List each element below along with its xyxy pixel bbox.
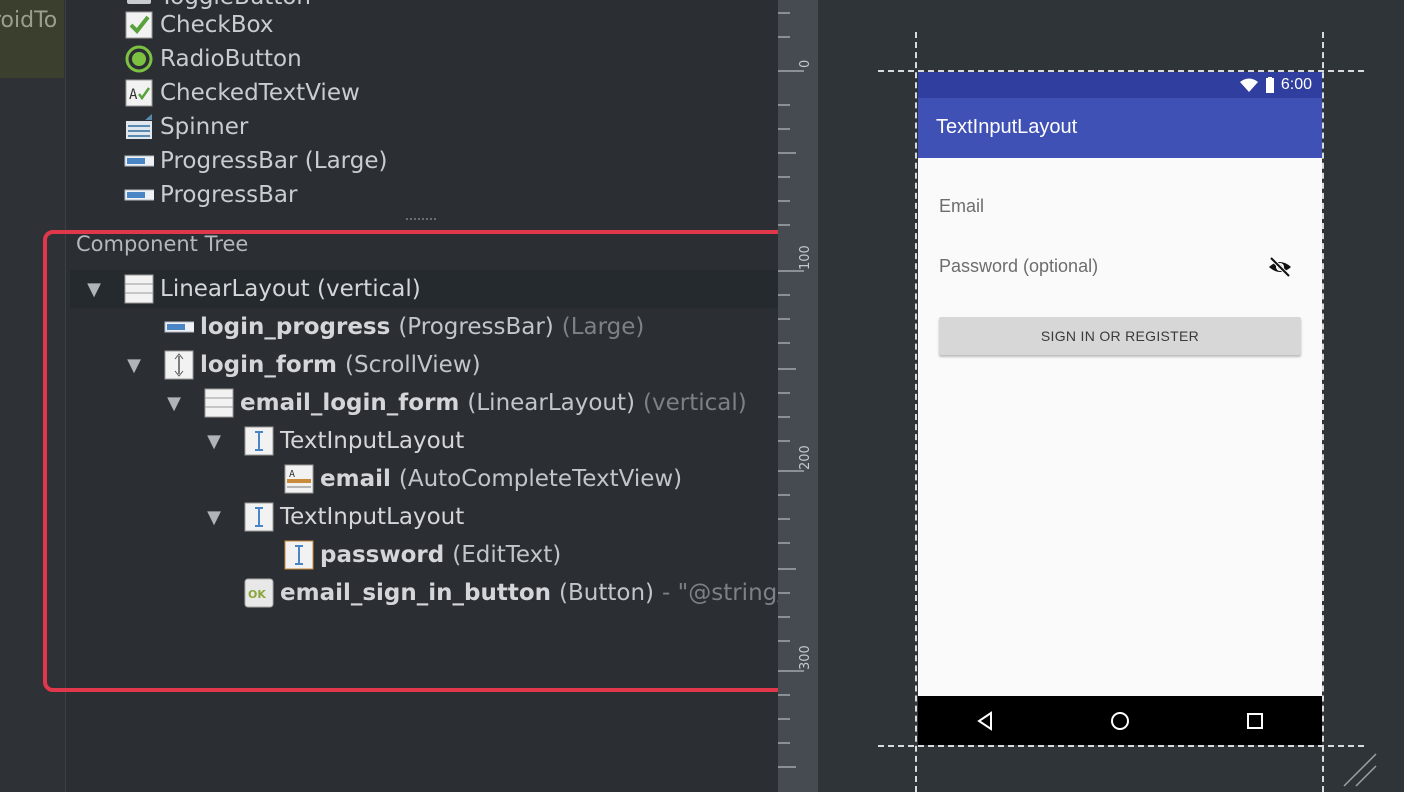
expand-triangle-icon[interactable]: ▼ — [124, 355, 144, 376]
tree-row-textinputlayout-email[interactable]: ▼ TextInputLayout — [204, 422, 464, 460]
project-tab-label: roidTo — [0, 8, 58, 33]
radio-icon — [124, 45, 154, 73]
tree-node-name: email_sign_in_button — [280, 580, 552, 606]
palette-item-label: RadioButton — [160, 46, 302, 72]
tree-row-email[interactable]: A email (AutoCompleteTextView) — [284, 460, 682, 498]
battery-icon — [1265, 77, 1275, 93]
tree-node-type: (EditText) — [452, 542, 562, 568]
expand-triangle-icon[interactable]: ▼ — [84, 279, 104, 300]
button-icon: OK — [244, 578, 274, 608]
tree-row-password[interactable]: password (EditText) — [284, 536, 561, 574]
tree-node-name: email — [320, 466, 391, 492]
tree-row-login-form[interactable]: ▼ login_form (ScrollView) — [124, 346, 481, 384]
tree-row-email-login-form[interactable]: ▼ email_login_form (LinearLayout) (verti… — [164, 384, 747, 422]
android-nav-bar — [918, 696, 1322, 745]
palette-item-label: CheckedTextView — [160, 80, 360, 106]
tree-node-extra: (vertical) — [643, 390, 747, 416]
autocomplete-icon: A — [284, 464, 314, 494]
svg-text:A: A — [289, 469, 295, 480]
tree-node-type: (Button) — [559, 580, 655, 606]
svg-text:OK: OK — [248, 588, 266, 601]
progressbar-icon — [164, 312, 194, 342]
palette-item-spinner[interactable]: Spinner — [124, 110, 248, 144]
palette-item-checkedtextview[interactable]: A CheckedTextView — [124, 76, 360, 110]
tree-node-name: LinearLayout (vertical) — [160, 276, 421, 302]
email-field[interactable]: Email — [939, 196, 984, 217]
layout-guide-bottom — [878, 745, 1364, 747]
edittext-icon — [284, 540, 314, 570]
tree-node-name: login_progress — [200, 314, 391, 340]
tree-node-name: password — [320, 542, 445, 568]
textinput-icon — [244, 502, 274, 532]
expand-triangle-icon[interactable]: ▼ — [164, 393, 184, 414]
project-tab[interactable]: roidTo ) — [0, 0, 64, 78]
expand-triangle-icon[interactable]: ▼ — [204, 507, 224, 528]
progressbar-icon — [124, 147, 154, 175]
palette-and-tree-panel: ToggleButton CheckBox RadioButton A Chec… — [66, 0, 785, 792]
checkbox-icon — [124, 11, 154, 39]
expand-triangle-icon[interactable]: ▼ — [204, 431, 224, 452]
tree-node-extra: (Large) — [561, 314, 645, 340]
tree-node-name: TextInputLayout — [280, 504, 465, 530]
panel-splitter-handle[interactable] — [406, 218, 436, 224]
ruler-label: 300 — [798, 645, 813, 670]
checked-textview-icon: A — [124, 79, 154, 107]
palette-item-label: ProgressBar (Large) — [160, 148, 388, 174]
tree-node-name: TextInputLayout — [280, 428, 465, 454]
wifi-icon — [1239, 77, 1259, 93]
app-title: TextInputLayout — [936, 116, 1078, 138]
palette-item-checkbox[interactable]: CheckBox — [124, 8, 274, 42]
resize-grip-icon[interactable] — [1342, 752, 1378, 788]
progressbar-icon — [124, 181, 154, 209]
tree-row-email-sign-in-button[interactable]: OK email_sign_in_button (Button) - "@str… — [244, 574, 785, 612]
tree-node-type: (ScrollView) — [345, 352, 481, 378]
linearlayout-icon — [204, 388, 234, 418]
app-toolbar: TextInputLayout — [918, 98, 1322, 158]
status-time: 6:00 — [1280, 76, 1312, 93]
tree-node-type: (AutoCompleteTextView) — [398, 466, 683, 492]
tree-node-name: email_login_form — [240, 390, 460, 416]
svg-text:A: A — [129, 87, 138, 103]
recents-icon[interactable] — [1240, 706, 1270, 736]
palette-item-label: ProgressBar — [160, 182, 298, 208]
home-icon[interactable] — [1105, 706, 1135, 736]
palette-item-label: CheckBox — [160, 12, 274, 38]
tree-node-extra: - "@string/ — [662, 580, 785, 606]
back-icon[interactable] — [970, 706, 1000, 736]
tree-node-type: (LinearLayout) — [467, 390, 636, 416]
tree-node-type: (ProgressBar) — [398, 314, 554, 340]
ruler-label: 0 — [798, 59, 813, 68]
scrollview-icon — [164, 350, 194, 380]
project-tab-sub: ) — [0, 37, 64, 58]
layout-guide-left — [915, 32, 917, 792]
tree-row-linearlayout[interactable]: ▼ LinearLayout (vertical) — [84, 270, 421, 308]
palette-item-radiobutton[interactable]: RadioButton — [124, 42, 302, 76]
ruler-label: 100 — [798, 245, 813, 270]
layout-guide-right — [1322, 32, 1324, 792]
visibility-off-icon[interactable] — [1267, 255, 1293, 279]
android-status-bar: 6:00 — [918, 72, 1322, 98]
vertical-ruler: 0 100 200 300 — [778, 0, 818, 792]
textinput-icon — [244, 426, 274, 456]
linearlayout-icon — [124, 274, 154, 304]
component-tree-title: Component Tree — [76, 232, 249, 256]
device-preview[interactable]: 6:00 TextInputLayout Email Password (opt… — [918, 72, 1322, 745]
spinner-icon — [124, 113, 154, 141]
tree-node-name: login_form — [200, 352, 338, 378]
palette-item-label: Spinner — [160, 114, 249, 140]
tree-row-login-progress[interactable]: login_progress (ProgressBar) (Large) — [164, 308, 644, 346]
password-field[interactable]: Password (optional) — [939, 256, 1098, 277]
tree-row-textinputlayout-password[interactable]: ▼ TextInputLayout — [204, 498, 464, 536]
project-panel-edge: roidTo ) — [0, 0, 66, 792]
ruler-label: 200 — [798, 445, 813, 470]
palette-item-progressbar[interactable]: ProgressBar — [124, 178, 297, 212]
sign-in-button[interactable]: SIGN IN OR REGISTER — [939, 317, 1301, 355]
palette-item-progressbar-large[interactable]: ProgressBar (Large) — [124, 144, 387, 178]
